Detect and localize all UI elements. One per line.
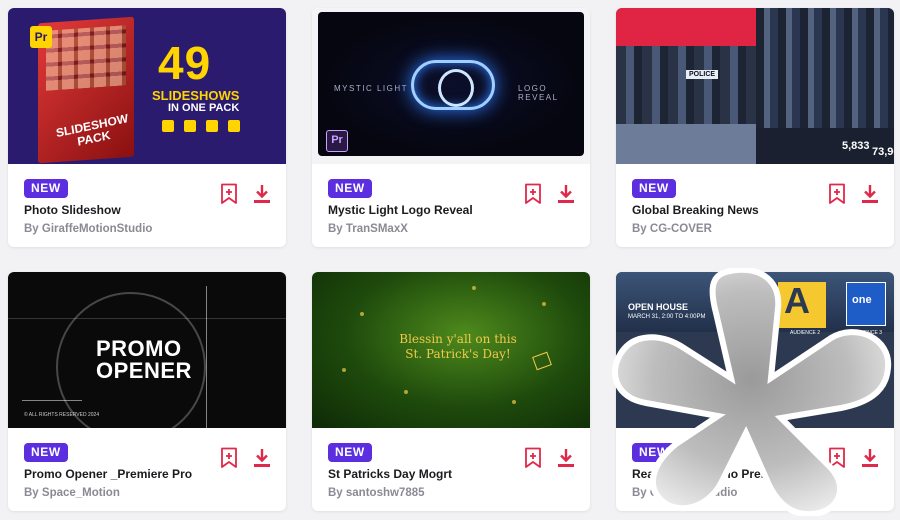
new-badge: NEW (328, 443, 372, 462)
download-icon[interactable] (252, 447, 272, 469)
new-badge: NEW (24, 179, 68, 198)
new-badge: NEW (632, 179, 676, 198)
item-author[interactable]: By CG-COVER (632, 223, 880, 235)
thumb-letter: A (784, 280, 810, 321)
download-icon[interactable] (252, 183, 272, 205)
item-title[interactable]: Real Estate Promo Premiere Pro (632, 467, 822, 481)
audience-label: AUDIENCE 2 (790, 330, 821, 336)
thumb-subline: MARCH 31, 2:00 TO 4:00PM (628, 314, 706, 320)
item-card[interactable]: PROMO OPENER © ALL RIGHTS RESERVED 2024 … (8, 272, 286, 511)
item-card[interactable]: OPEN HOUSE MARCH 31, 2:00 TO 4:00PM A AU… (616, 272, 894, 511)
bookmark-add-icon[interactable] (827, 447, 847, 469)
item-author[interactable]: By Space_Motion (24, 487, 272, 499)
item-author[interactable]: By Creative_Studio (632, 487, 880, 499)
item-author[interactable]: By GiraffeMotionStudio (24, 223, 272, 235)
thumb-subline: SLIDESHOWS (152, 88, 240, 103)
glow-logo (411, 60, 495, 110)
item-card[interactable]: SLIDESHOW PACK Pr 49 SLIDESHOWS IN ONE P… (8, 8, 286, 247)
ticker-number-2: 73,96 (872, 146, 894, 158)
item-thumbnail[interactable]: POLICE 5,833 73,96 (616, 8, 894, 164)
bookmark-add-icon[interactable] (219, 183, 239, 205)
item-author[interactable]: By TranSMaxX (328, 223, 576, 235)
thumb-logo-text: one (852, 294, 872, 306)
new-badge: NEW (632, 443, 676, 462)
item-thumbnail[interactable]: PROMO OPENER © ALL RIGHTS RESERVED 2024 (8, 272, 286, 428)
item-author[interactable]: By santoshw7885 (328, 487, 576, 499)
thumb-headline: OPEN HOUSE (628, 302, 689, 312)
thumb-headline: 49 (158, 37, 212, 89)
bookmark-add-icon[interactable] (523, 183, 543, 205)
results-grid: SLIDESHOW PACK Pr 49 SLIDESHOWS IN ONE P… (8, 8, 894, 511)
premiere-badge: Pr (326, 130, 348, 152)
ticker-number: 5,833 (842, 140, 870, 152)
feature-icons (162, 120, 240, 132)
item-title[interactable]: Promo Opener _Premiere Pro (24, 467, 214, 481)
download-icon[interactable] (556, 183, 576, 205)
item-card[interactable]: POLICE 5,833 73,96 NEW Global Breaking N… (616, 8, 894, 247)
thumb-text-left: MYSTIC LIGHT (334, 84, 409, 93)
bookmark-add-icon[interactable] (827, 183, 847, 205)
box-label: SLIDESHOW PACK (55, 111, 129, 149)
bookmark-add-icon[interactable] (219, 447, 239, 469)
item-title[interactable]: Mystic Light Logo Reveal (328, 203, 518, 217)
red-banner (616, 8, 756, 46)
download-icon[interactable] (860, 183, 880, 205)
item-title[interactable]: St Patricks Day Mogrt (328, 467, 518, 481)
thumb-text-right: LOGO REVEAL (518, 84, 559, 102)
new-badge: NEW (24, 443, 68, 462)
item-card[interactable]: Blessin y'all on this St. Patrick's Day!… (312, 272, 590, 511)
item-title[interactable]: Global Breaking News (632, 203, 822, 217)
thumb-footnote: © ALL RIGHTS RESERVED 2024 (24, 412, 100, 418)
item-title[interactable]: Photo Slideshow (24, 203, 214, 217)
new-badge: NEW (328, 179, 372, 198)
item-thumbnail[interactable]: MYSTIC LIGHT LOGO REVEAL Pr (312, 8, 590, 164)
item-thumbnail[interactable]: Blessin y'all on this St. Patrick's Day! (312, 272, 590, 428)
item-thumbnail[interactable]: SLIDESHOW PACK Pr 49 SLIDESHOWS IN ONE P… (8, 8, 286, 164)
police-label: POLICE (686, 70, 719, 79)
item-thumbnail[interactable]: OPEN HOUSE MARCH 31, 2:00 TO 4:00PM A AU… (616, 272, 894, 428)
bookmark-add-icon[interactable] (523, 447, 543, 469)
leprechaun-hat-icon (532, 351, 552, 371)
download-icon[interactable] (556, 447, 576, 469)
thumb-subline-2: IN ONE PACK (168, 102, 240, 114)
audience-label-2: AUDIENCE 3 (852, 330, 883, 336)
thumb-headline: PROMO OPENER (96, 336, 192, 383)
premiere-badge: Pr (30, 26, 52, 48)
thumb-message: Blessin y'all on this St. Patrick's Day! (399, 332, 517, 361)
preview-screen: MYSTIC LIGHT LOGO REVEAL Pr (318, 12, 584, 156)
download-icon[interactable] (860, 447, 880, 469)
product-box: SLIDESHOW PACK (38, 16, 134, 164)
item-card[interactable]: MYSTIC LIGHT LOGO REVEAL Pr NEW Mystic L… (312, 8, 590, 247)
